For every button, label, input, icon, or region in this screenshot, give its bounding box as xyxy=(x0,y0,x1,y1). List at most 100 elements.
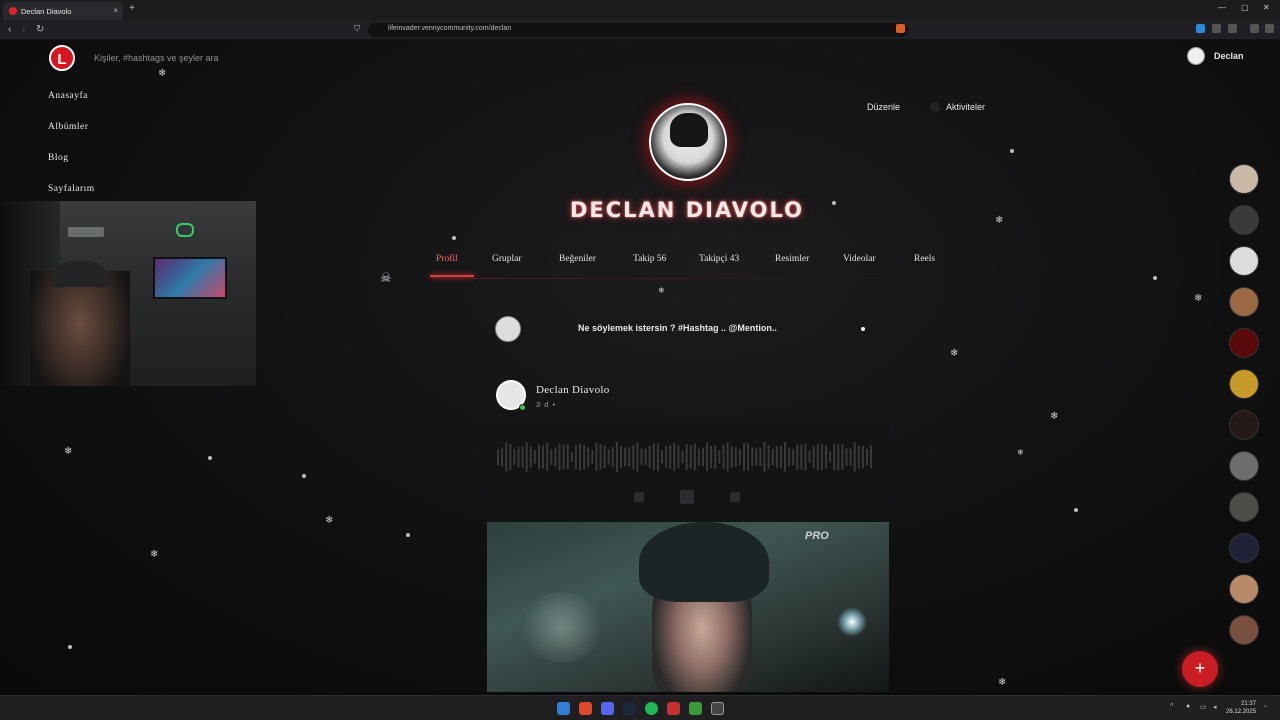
waveform-bar xyxy=(644,448,647,466)
friend-avatar[interactable] xyxy=(1229,164,1259,194)
close-window-button[interactable]: ✕ xyxy=(1263,3,1270,12)
menu-icon[interactable] xyxy=(1265,24,1274,33)
tab-takip[interactable]: Takip 56 xyxy=(633,254,699,264)
play-icon[interactable] xyxy=(689,702,702,715)
friend-avatar[interactable] xyxy=(1229,410,1259,440)
waveform-bar xyxy=(677,445,680,469)
friend-avatar[interactable] xyxy=(1229,574,1259,604)
snowflake-icon: ❄ xyxy=(1194,293,1203,304)
friend-avatar[interactable] xyxy=(1229,533,1259,563)
steam-icon[interactable] xyxy=(623,702,636,715)
waveform-bar xyxy=(726,442,729,472)
waveform-bar xyxy=(784,442,786,472)
wallet-icon[interactable] xyxy=(1228,24,1237,33)
rewind-icon[interactable] xyxy=(634,492,644,502)
notification-icon[interactable]: ▫ xyxy=(1264,703,1266,710)
address-bar-row: ‹ › ↻ ⛉ lifeinvader.vennycommunity.com/d… xyxy=(0,20,1280,40)
site-logo[interactable]: L xyxy=(49,45,75,71)
volume-icon[interactable] xyxy=(730,492,740,502)
sidebar-item-anasayfa[interactable]: Anasayfa xyxy=(48,91,95,122)
tabs-divider xyxy=(430,278,940,279)
waveform-bar xyxy=(796,444,799,470)
profile-tabs: Profil Gruplar Beğeniler Takip 56 Takipç… xyxy=(436,254,935,264)
back-button[interactable]: ‹ xyxy=(8,24,11,35)
waveform-bar xyxy=(550,449,553,465)
active-tab-indicator xyxy=(430,275,474,277)
post-author-name[interactable]: Declan Diavolo xyxy=(536,384,610,396)
waveform-bar xyxy=(722,445,725,469)
activities-label: Aktiviteler xyxy=(946,102,986,112)
app-icon[interactable] xyxy=(667,702,680,715)
search-input[interactable]: Kişiler, #hashtags ve şeyler ara xyxy=(94,53,219,63)
tab-gruplar[interactable]: Gruplar xyxy=(492,254,559,264)
composer-input[interactable]: Ne söylemek istersin ? #Hashtag .. @Ment… xyxy=(578,323,777,333)
waveform-bar xyxy=(632,444,635,470)
waveform-bar xyxy=(570,452,573,462)
clock[interactable]: 21:37 26.12.2025 xyxy=(1226,700,1256,716)
mic-icon[interactable]: ● xyxy=(1186,703,1190,710)
discord-icon[interactable] xyxy=(601,702,614,715)
snow-dot xyxy=(208,456,212,460)
reload-button[interactable]: ↻ xyxy=(36,24,44,35)
waveform-bar xyxy=(533,450,536,464)
browser-tab[interactable]: Declan Diavolo × xyxy=(3,2,123,20)
spotify-icon[interactable] xyxy=(645,702,658,715)
tab-profil[interactable]: Profil xyxy=(436,254,492,264)
snow-dot xyxy=(1010,149,1014,153)
tab-videolar[interactable]: Videolar xyxy=(843,254,914,264)
url-field[interactable]: lifeinvader.vennycommunity.com/declan xyxy=(368,23,908,37)
snow-dot xyxy=(1074,508,1078,512)
tray-chevron-icon[interactable]: ^ xyxy=(1170,703,1173,710)
waveform-bar xyxy=(800,444,803,470)
volume-icon[interactable]: ◂ xyxy=(1213,703,1217,711)
brave-icon[interactable] xyxy=(579,702,592,715)
edit-profile-button[interactable]: Düzenle xyxy=(867,102,900,112)
sidebar-icon[interactable] xyxy=(1250,24,1259,33)
friend-avatar[interactable] xyxy=(1229,615,1259,645)
play-icon[interactable] xyxy=(680,490,694,504)
start-icon[interactable] xyxy=(557,702,570,715)
waveform xyxy=(497,442,873,472)
maximize-button[interactable]: ▢ xyxy=(1241,3,1249,12)
friend-avatar[interactable] xyxy=(1229,492,1259,522)
image-light xyxy=(837,607,867,637)
friend-avatar[interactable] xyxy=(1229,246,1259,276)
forward-button[interactable]: › xyxy=(22,24,25,35)
waveform-bar xyxy=(779,445,782,469)
bookmark-icon[interactable]: ⛉ xyxy=(354,24,360,34)
waveform-bar xyxy=(615,442,618,472)
friend-avatar[interactable] xyxy=(1229,328,1259,358)
activities-button[interactable]: Aktiviteler xyxy=(930,102,985,112)
brave-shield-icon[interactable] xyxy=(896,24,905,33)
friend-avatar[interactable] xyxy=(1229,287,1259,317)
waveform-bar xyxy=(669,445,672,469)
audio-player[interactable] xyxy=(487,422,889,522)
waveform-bar xyxy=(521,446,524,468)
new-tab-button[interactable]: + xyxy=(129,3,135,14)
page: L Kişiler, #hashtags ve şeyler ara Decla… xyxy=(0,40,1280,692)
waveform-bar xyxy=(837,444,840,470)
puzzle-icon[interactable] xyxy=(1212,24,1221,33)
sidebar-item-blog[interactable]: Blog xyxy=(48,153,95,184)
waveform-bar xyxy=(755,448,758,466)
tab-resimler[interactable]: Resimler xyxy=(775,254,843,264)
extension-icon[interactable] xyxy=(1196,24,1205,33)
tab-takipci[interactable]: Takipçi 43 xyxy=(699,254,775,264)
tab-close-icon[interactable]: × xyxy=(113,6,118,15)
tab-begeniler[interactable]: Beğeniler xyxy=(559,254,633,264)
user-menu[interactable]: Declan xyxy=(1187,47,1244,65)
tab-takipci-label: Takipçi xyxy=(699,254,728,264)
minimize-button[interactable]: — xyxy=(1218,3,1226,12)
obs-icon[interactable] xyxy=(711,702,724,715)
friend-avatar[interactable] xyxy=(1229,451,1259,481)
tab-reels[interactable]: Reels xyxy=(914,254,935,264)
friend-avatar[interactable] xyxy=(1229,369,1259,399)
sidebar-item-albumler[interactable]: Albümler xyxy=(48,122,95,153)
network-icon[interactable]: ▭ xyxy=(1200,703,1207,711)
snowflake-icon: ❄ xyxy=(998,677,1007,688)
profile-avatar[interactable] xyxy=(649,103,727,181)
friend-avatar[interactable] xyxy=(1229,205,1259,235)
create-post-button[interactable]: + xyxy=(1182,651,1218,687)
waveform-bar xyxy=(501,447,504,467)
post-image[interactable]: PRO xyxy=(487,522,889,692)
